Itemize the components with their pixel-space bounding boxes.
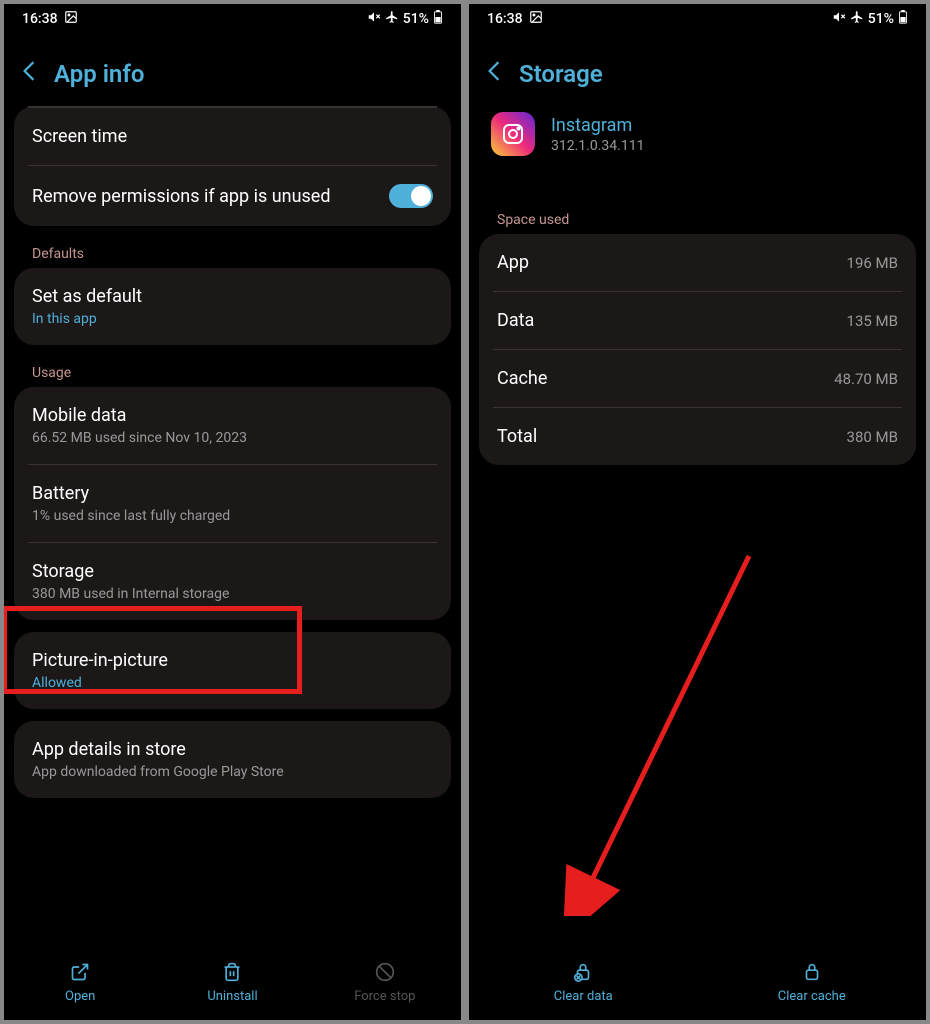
force-stop-label: Force stop bbox=[354, 989, 415, 1004]
data-size-value: 135 MB bbox=[847, 312, 898, 330]
data-size-label: Data bbox=[497, 310, 534, 331]
app-size-row: App 196 MB bbox=[493, 234, 902, 291]
phone-app-info: 16:38 51% App info Screen bbox=[0, 0, 465, 1024]
stop-icon bbox=[374, 961, 396, 983]
bottom-bar: Open Uninstall Force stop bbox=[4, 951, 461, 1020]
back-button[interactable] bbox=[22, 60, 36, 88]
remove-permissions-toggle[interactable] bbox=[389, 184, 433, 208]
battery-row[interactable]: Battery 1% used since last fully charged bbox=[28, 464, 437, 542]
screen-time-label: Screen time bbox=[32, 126, 127, 147]
trash-icon bbox=[221, 961, 243, 983]
total-size-label: Total bbox=[497, 426, 537, 447]
mobile-data-row[interactable]: Mobile data 66.52 MB used since Nov 10, … bbox=[28, 387, 437, 464]
cache-size-row: Cache 48.70 MB bbox=[493, 349, 902, 407]
app-size-label: App bbox=[497, 252, 529, 273]
status-time: 16:38 bbox=[22, 11, 58, 27]
total-size-value: 380 MB bbox=[847, 428, 898, 446]
force-stop-button[interactable]: Force stop bbox=[309, 961, 461, 1004]
app-details-sub: App downloaded from Google Play Store bbox=[32, 764, 284, 780]
status-bar: 16:38 51% bbox=[469, 4, 926, 32]
airplane-icon bbox=[850, 10, 864, 28]
status-time: 16:38 bbox=[487, 11, 523, 27]
storage-label: Storage bbox=[32, 561, 229, 582]
back-button[interactable] bbox=[487, 60, 501, 88]
screen-time-row[interactable]: Screen time bbox=[28, 107, 437, 165]
page-title: Storage bbox=[519, 60, 603, 88]
status-battery: 51% bbox=[403, 11, 429, 27]
image-icon bbox=[64, 10, 78, 28]
phone-storage: 16:38 51% Storage Instag bbox=[465, 0, 930, 1024]
image-icon bbox=[529, 10, 543, 28]
app-details-row[interactable]: App details in store App downloaded from… bbox=[28, 721, 437, 798]
pip-sub: Allowed bbox=[32, 675, 168, 691]
battery-icon bbox=[898, 10, 908, 28]
page-title: App info bbox=[54, 60, 144, 88]
uninstall-button[interactable]: Uninstall bbox=[156, 961, 308, 1004]
app-version: 312.1.0.34.111 bbox=[551, 138, 644, 154]
mute-icon bbox=[367, 10, 381, 28]
usage-section-label: Usage bbox=[14, 357, 451, 387]
status-battery: 51% bbox=[868, 11, 894, 27]
airplane-icon bbox=[385, 10, 399, 28]
mobile-data-label: Mobile data bbox=[32, 405, 247, 426]
app-size-value: 196 MB bbox=[847, 254, 898, 272]
remove-permissions-label: Remove permissions if app is unused bbox=[32, 186, 330, 207]
data-size-row: Data 135 MB bbox=[493, 291, 902, 349]
app-details-label: App details in store bbox=[32, 739, 284, 760]
remove-permissions-row[interactable]: Remove permissions if app is unused bbox=[28, 165, 437, 226]
uninstall-label: Uninstall bbox=[207, 989, 257, 1004]
battery-label: Battery bbox=[32, 483, 230, 504]
cache-size-label: Cache bbox=[497, 368, 547, 389]
annotation-arrow bbox=[549, 546, 769, 916]
clear-data-icon bbox=[572, 961, 594, 983]
instagram-icon bbox=[491, 112, 535, 156]
app-name: Instagram bbox=[551, 115, 644, 136]
page-header: App info bbox=[4, 32, 461, 106]
clear-cache-label: Clear cache bbox=[778, 989, 846, 1004]
space-used-label: Space used bbox=[479, 204, 916, 234]
total-size-row: Total 380 MB bbox=[493, 407, 902, 465]
set-default-sub: In this app bbox=[32, 311, 142, 327]
status-bar: 16:38 51% bbox=[4, 4, 461, 32]
mute-icon bbox=[832, 10, 846, 28]
open-button[interactable]: Open bbox=[4, 961, 156, 1004]
clear-cache-icon bbox=[801, 961, 823, 983]
battery-sub: 1% used since last fully charged bbox=[32, 508, 230, 524]
set-default-label: Set as default bbox=[32, 286, 142, 307]
battery-icon bbox=[433, 10, 443, 28]
defaults-section-label: Defaults bbox=[14, 238, 451, 268]
page-header: Storage bbox=[469, 32, 926, 106]
pip-label: Picture-in-picture bbox=[32, 650, 168, 671]
storage-row[interactable]: Storage 380 MB used in Internal storage bbox=[28, 542, 437, 620]
storage-sub: 380 MB used in Internal storage bbox=[32, 586, 229, 602]
app-header: Instagram 312.1.0.34.111 bbox=[469, 106, 926, 176]
pip-row[interactable]: Picture-in-picture Allowed bbox=[28, 632, 437, 709]
open-icon bbox=[69, 961, 91, 983]
set-default-row[interactable]: Set as default In this app bbox=[28, 268, 437, 345]
clear-data-label: Clear data bbox=[554, 989, 613, 1004]
bottom-bar: Clear data Clear cache bbox=[469, 951, 926, 1020]
open-label: Open bbox=[65, 989, 95, 1004]
cache-size-value: 48.70 MB bbox=[834, 370, 898, 388]
clear-cache-button[interactable]: Clear cache bbox=[698, 961, 927, 1004]
clear-data-button[interactable]: Clear data bbox=[469, 961, 698, 1004]
mobile-data-sub: 66.52 MB used since Nov 10, 2023 bbox=[32, 430, 247, 446]
